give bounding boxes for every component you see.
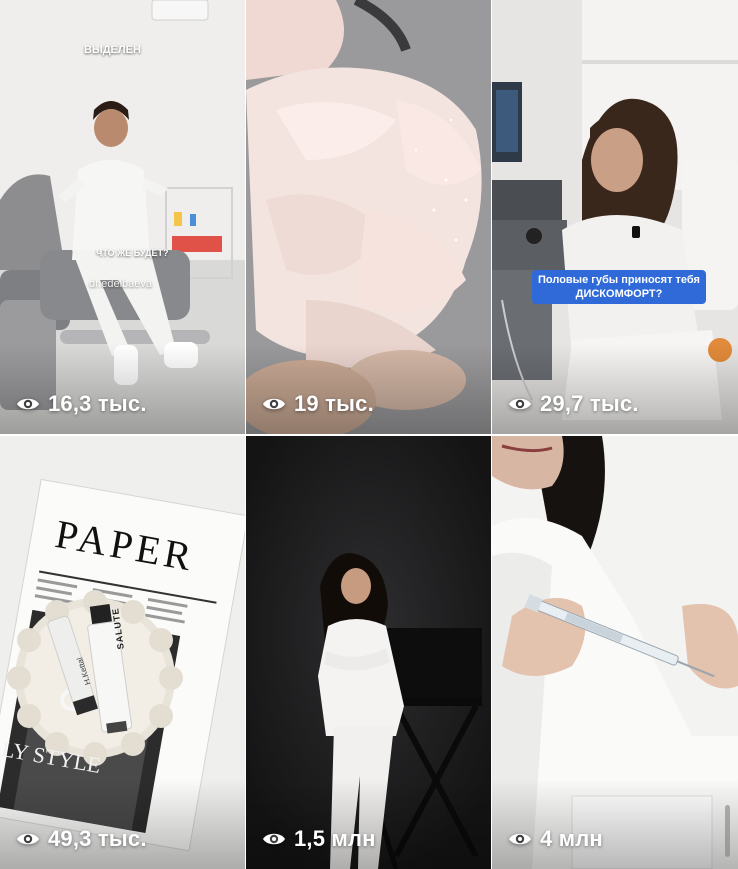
video-caption-box: Половые губы приносят тебя ДИСКОМФОРТ? <box>532 270 706 304</box>
reels-grid: ВЫДЕЛЕН ЧТО ЖЕ БУДЕТ? dr.edelbaeva 16,3 … <box>0 0 738 869</box>
bottom-gradient <box>492 779 738 869</box>
view-count-label: 49,3 тыс. <box>48 826 147 851</box>
overlay-caption-top: ВЫДЕЛЕН <box>84 44 141 56</box>
bottom-gradient <box>246 779 491 869</box>
eye-icon <box>509 833 531 845</box>
eye-icon <box>263 398 285 410</box>
reel-tile-6[interactable]: 4 млн <box>492 436 738 869</box>
view-count-label: 1,5 млн <box>294 826 376 851</box>
caption-line-1: Половые губы приносят тебя <box>538 274 700 286</box>
watermark: dr.edelbaeva <box>89 278 152 290</box>
view-count-label: 16,3 тыс. <box>48 391 147 416</box>
view-count: 19 тыс. <box>262 391 374 417</box>
view-count: 1,5 млн <box>262 826 376 852</box>
eye-icon <box>17 833 39 845</box>
view-count: 49,3 тыс. <box>16 826 147 852</box>
bottom-gradient <box>0 779 245 869</box>
reel-tile-4[interactable]: PAPER LY STYLE SALUTE H.Kettal 49,3 тыс. <box>0 436 245 869</box>
eye-icon <box>509 398 531 410</box>
bottom-gradient <box>492 344 738 434</box>
view-count-label: 19 тыс. <box>294 391 374 416</box>
eye-icon <box>17 398 39 410</box>
view-count: 29,7 тыс. <box>508 391 639 417</box>
view-count-label: 4 млн <box>540 826 603 851</box>
scrollbar-thumb[interactable] <box>725 805 730 857</box>
overlay-caption-mid: ЧТО ЖЕ БУДЕТ? <box>96 248 169 258</box>
reel-tile-5[interactable]: 1,5 млн <box>246 436 491 869</box>
view-count: 4 млн <box>508 826 603 852</box>
reel-tile-3[interactable]: Половые губы приносят тебя ДИСКОМФОРТ? 2… <box>492 0 738 434</box>
eye-icon <box>263 833 285 845</box>
caption-line-2: ДИСКОМФОРТ? <box>575 288 663 300</box>
view-count-label: 29,7 тыс. <box>540 391 639 416</box>
reel-tile-1[interactable]: ВЫДЕЛЕН ЧТО ЖЕ БУДЕТ? dr.edelbaeva 16,3 … <box>0 0 245 434</box>
view-count: 16,3 тыс. <box>16 391 147 417</box>
bottom-gradient <box>0 344 245 434</box>
reel-tile-2[interactable]: 19 тыс. <box>246 0 491 434</box>
bottom-gradient <box>246 344 491 434</box>
